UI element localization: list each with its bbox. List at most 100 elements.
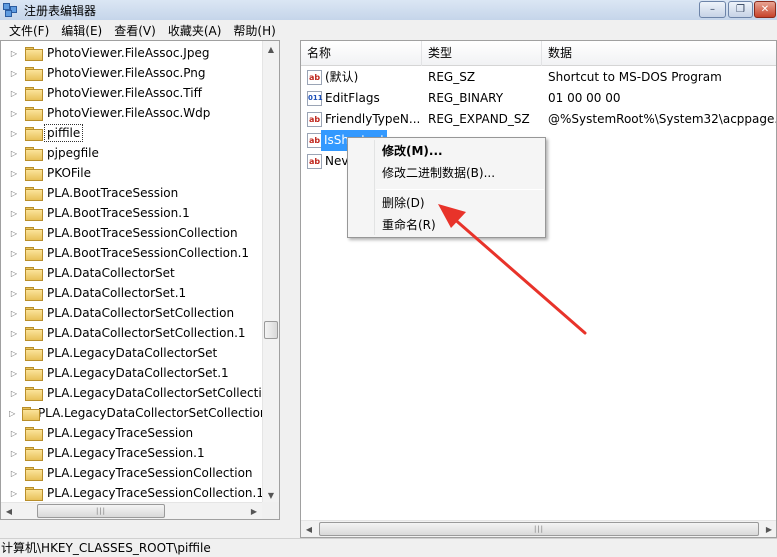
- menu-help[interactable]: 帮助(H): [227, 22, 281, 39]
- menu-file[interactable]: 文件(F): [3, 22, 55, 39]
- close-button[interactable]: ✕: [754, 1, 776, 18]
- tree-item[interactable]: ▷ PLA.BootTraceSession: [1, 183, 279, 203]
- context-menu-rename[interactable]: 重命名(R): [382, 214, 436, 236]
- expand-arrow-icon[interactable]: ▷: [9, 423, 19, 443]
- expand-arrow-icon[interactable]: ▷: [9, 43, 19, 63]
- value-row[interactable]: 011 EditFlags REG_BINARY 01 00 00 00: [301, 88, 776, 109]
- maximize-button[interactable]: ❐: [728, 1, 753, 18]
- list-horizontal-scrollbar[interactable]: ◀ ||| ▶: [301, 520, 776, 537]
- tree-item[interactable]: ▷ PLA.DataCollectorSetCollection.1: [1, 323, 279, 343]
- expand-arrow-icon[interactable]: ▷: [9, 263, 19, 283]
- expand-arrow-icon[interactable]: ▷: [9, 63, 19, 83]
- value-name[interactable]: EditFlags: [325, 88, 421, 109]
- scroll-thumb[interactable]: |||: [319, 522, 759, 536]
- expand-arrow-icon[interactable]: ▷: [9, 463, 19, 483]
- value-row[interactable]: ab FriendlyTypeN... REG_EXPAND_SZ @%SystemR…: [301, 109, 776, 130]
- expand-arrow-icon[interactable]: ▷: [9, 383, 19, 403]
- tree-item[interactable]: ▷ PKOFile: [1, 163, 279, 183]
- tree-item[interactable]: ▷ PLA.BootTraceSessionCollection.1: [1, 243, 279, 263]
- expand-arrow-icon[interactable]: ▷: [9, 443, 19, 463]
- scroll-down-icon[interactable]: ▼: [263, 487, 279, 503]
- tree-item-label[interactable]: PLA.LegacyTraceSession.1: [45, 445, 207, 461]
- tree-item-label[interactable]: PLA.BootTraceSession.1: [45, 205, 192, 221]
- tree-item-label[interactable]: PLA.DataCollectorSet: [45, 265, 177, 281]
- tree-item-label[interactable]: PLA.LegacyTraceSession: [45, 425, 195, 441]
- tree-item[interactable]: ▷ PLA.DataCollectorSetCollection: [1, 303, 279, 323]
- tree-item[interactable]: ▷ PhotoViewer.FileAssoc.Tiff: [1, 83, 279, 103]
- column-header-type[interactable]: 类型: [422, 41, 542, 66]
- menu-edit[interactable]: 编辑(E): [55, 22, 108, 39]
- expand-arrow-icon[interactable]: ▷: [9, 363, 19, 383]
- expand-arrow-icon[interactable]: ▷: [9, 303, 19, 323]
- scroll-up-icon[interactable]: ▲: [263, 41, 279, 57]
- tree-item[interactable]: ▷ PhotoViewer.FileAssoc.Jpeg: [1, 43, 279, 63]
- tree-item-label[interactable]: PLA.BootTraceSessionCollection: [45, 225, 240, 241]
- expand-arrow-icon[interactable]: ▷: [9, 243, 19, 263]
- value-row[interactable]: ab (默认) REG_SZ Shortcut to MS-DOS Program: [301, 67, 776, 88]
- expand-arrow-icon[interactable]: ▷: [9, 123, 19, 143]
- expand-arrow-icon[interactable]: ▷: [9, 223, 19, 243]
- scroll-left-icon[interactable]: ◀: [301, 521, 317, 537]
- tree-item[interactable]: ▷ PLA.BootTraceSessionCollection: [1, 223, 279, 243]
- tree-item-label[interactable]: PLA.DataCollectorSetCollection: [45, 305, 236, 321]
- minimize-button[interactable]: –: [699, 1, 726, 18]
- tree-item[interactable]: ▷ PLA.LegacyTraceSessionCollection.1: [1, 483, 279, 503]
- tree-item-label[interactable]: PLA.LegacyDataCollectorSet.1: [45, 365, 231, 381]
- scroll-left-icon[interactable]: ◀: [1, 503, 17, 519]
- expand-arrow-icon[interactable]: ▷: [9, 403, 16, 423]
- expand-arrow-icon[interactable]: ▷: [9, 343, 19, 363]
- tree-item-label[interactable]: PLA.LegacyTraceSessionCollection: [45, 465, 255, 481]
- tree-item[interactable]: ▷ piffile: [1, 123, 279, 143]
- expand-arrow-icon[interactable]: ▷: [9, 183, 19, 203]
- scroll-thumb[interactable]: |||: [37, 504, 165, 518]
- tree-item[interactable]: ▷ PLA.DataCollectorSet.1: [1, 283, 279, 303]
- registry-key-tree[interactable]: ▷ PhotoViewer.FileAssoc.Jpeg ▷ PhotoViewer.…: [0, 40, 280, 520]
- context-menu-modify-binary[interactable]: 修改二进制数据(B)...: [382, 162, 495, 184]
- tree-item[interactable]: ▷ PLA.BootTraceSession.1: [1, 203, 279, 223]
- tree-vertical-scrollbar[interactable]: ▲ ▼: [262, 41, 279, 504]
- tree-item-label[interactable]: PhotoViewer.FileAssoc.Png: [45, 65, 208, 81]
- column-header-name[interactable]: 名称: [301, 41, 422, 66]
- expand-arrow-icon[interactable]: ▷: [9, 283, 19, 303]
- tree-item[interactable]: ▷ PLA.LegacyTraceSessionCollection: [1, 463, 279, 483]
- expand-arrow-icon[interactable]: ▷: [9, 203, 19, 223]
- tree-item[interactable]: ▷ PLA.LegacyTraceSession: [1, 423, 279, 443]
- tree-item-label[interactable]: PLA.BootTraceSessionCollection.1: [45, 245, 251, 261]
- tree-item[interactable]: ▷ PLA.LegacyDataCollectorSetCollection.1: [1, 403, 279, 423]
- value-name[interactable]: FriendlyTypeN...: [325, 109, 421, 130]
- tree-item-label[interactable]: PLA.BootTraceSession: [45, 185, 180, 201]
- expand-arrow-icon[interactable]: ▷: [9, 143, 19, 163]
- tree-item-label[interactable]: piffile: [43, 124, 84, 142]
- tree-item[interactable]: ▷ PLA.LegacyDataCollectorSet: [1, 343, 279, 363]
- value-name[interactable]: (默认): [325, 67, 421, 88]
- expand-arrow-icon[interactable]: ▷: [9, 83, 19, 103]
- tree-item[interactable]: ▷ PLA.LegacyDataCollectorSet.1: [1, 363, 279, 383]
- scroll-thumb[interactable]: [264, 321, 278, 339]
- expand-arrow-icon[interactable]: ▷: [9, 323, 19, 343]
- column-header-data[interactable]: 数据: [542, 41, 776, 66]
- context-menu-modify[interactable]: 修改(M)...: [382, 140, 443, 162]
- tree-item[interactable]: ▷ PLA.LegacyTraceSession.1: [1, 443, 279, 463]
- tree-item[interactable]: ▷ pjpegfile: [1, 143, 279, 163]
- tree-item-label[interactable]: pjpegfile: [45, 145, 101, 161]
- tree-item-label[interactable]: PLA.LegacyTraceSessionCollection.1: [45, 485, 266, 501]
- scroll-right-icon[interactable]: ▶: [761, 521, 776, 537]
- tree-item-label[interactable]: PLA.DataCollectorSet.1: [45, 285, 188, 301]
- context-menu-delete[interactable]: 删除(D): [382, 192, 425, 214]
- expand-arrow-icon[interactable]: ▷: [9, 483, 19, 503]
- tree-item-label[interactable]: PLA.LegacyDataCollectorSetCollection: [45, 385, 279, 401]
- menu-favorites[interactable]: 收藏夹(A): [162, 22, 228, 39]
- tree-item-label[interactable]: PLA.DataCollectorSetCollection.1: [45, 325, 248, 341]
- menu-view[interactable]: 查看(V): [108, 22, 162, 39]
- tree-item-label[interactable]: PKOFile: [45, 165, 93, 181]
- tree-item-label[interactable]: PLA.LegacyDataCollectorSet: [45, 345, 219, 361]
- expand-arrow-icon[interactable]: ▷: [9, 163, 19, 183]
- tree-item-label[interactable]: PLA.LegacyDataCollectorSetCollection.1: [36, 405, 279, 421]
- tree-item[interactable]: ▷ PhotoViewer.FileAssoc.Wdp: [1, 103, 279, 123]
- tree-item[interactable]: ▷ PLA.LegacyDataCollectorSetCollection: [1, 383, 279, 403]
- tree-item-label[interactable]: PhotoViewer.FileAssoc.Tiff: [45, 85, 204, 101]
- tree-item[interactable]: ▷ PhotoViewer.FileAssoc.Png: [1, 63, 279, 83]
- tree-horizontal-scrollbar[interactable]: ◀ ||| ▶: [1, 502, 263, 519]
- tree-item-label[interactable]: PhotoViewer.FileAssoc.Jpeg: [45, 45, 211, 61]
- registry-value-list[interactable]: 名称 类型 数据 ab (默认) REG_SZ Shortcut to MS-DOS …: [300, 40, 777, 538]
